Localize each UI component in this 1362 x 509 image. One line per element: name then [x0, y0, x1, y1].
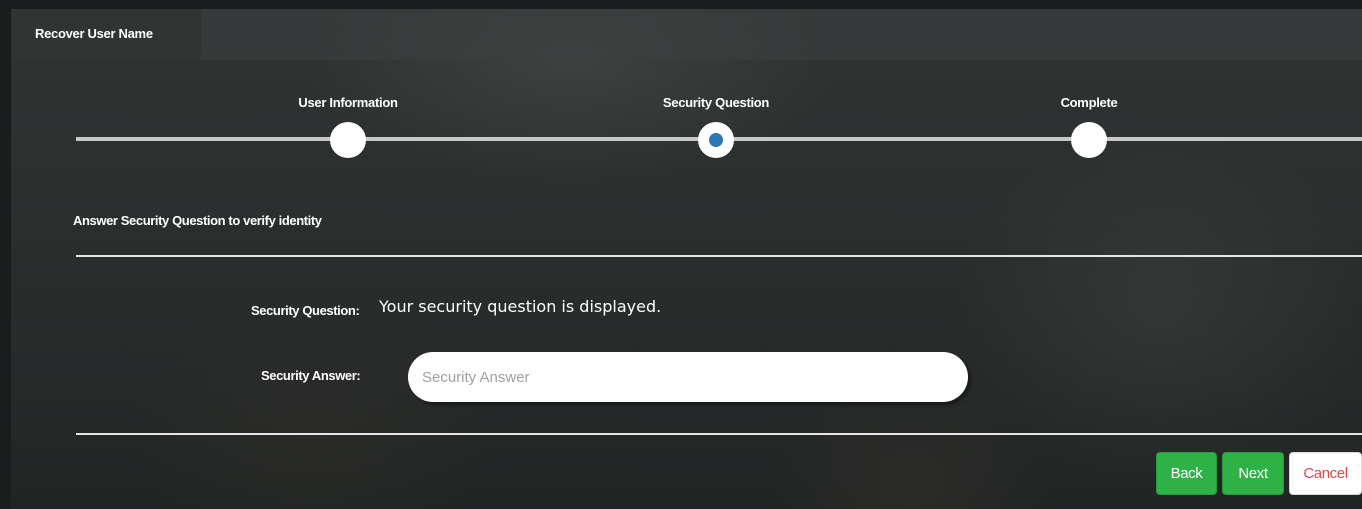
next-button[interactable]: Next — [1222, 452, 1284, 495]
divider-bottom — [76, 433, 1362, 435]
security-answer-label: Security Answer: — [261, 368, 361, 383]
section-title: Answer Security Question to verify ident… — [73, 213, 322, 228]
divider-top — [76, 255, 1362, 257]
step-dot-security-question — [698, 122, 734, 158]
step-label-security-question: Security Question — [662, 95, 770, 110]
step-dot-user-information — [330, 122, 366, 158]
step-label-complete: Complete — [1060, 95, 1118, 110]
cancel-button[interactable]: Cancel — [1289, 452, 1362, 495]
step-label-user-information: User Information — [298, 95, 398, 110]
recover-username-panel: Recover User Name User Information Secur… — [11, 9, 1362, 509]
security-question-text: Your security question is displayed. — [379, 297, 662, 316]
wizard-progress: User Information Security Question Compl… — [11, 9, 1362, 179]
step-dot-complete — [1071, 122, 1107, 158]
security-answer-input[interactable] — [408, 352, 968, 402]
back-button[interactable]: Back — [1156, 452, 1217, 495]
security-question-label: Security Question: — [251, 303, 360, 318]
